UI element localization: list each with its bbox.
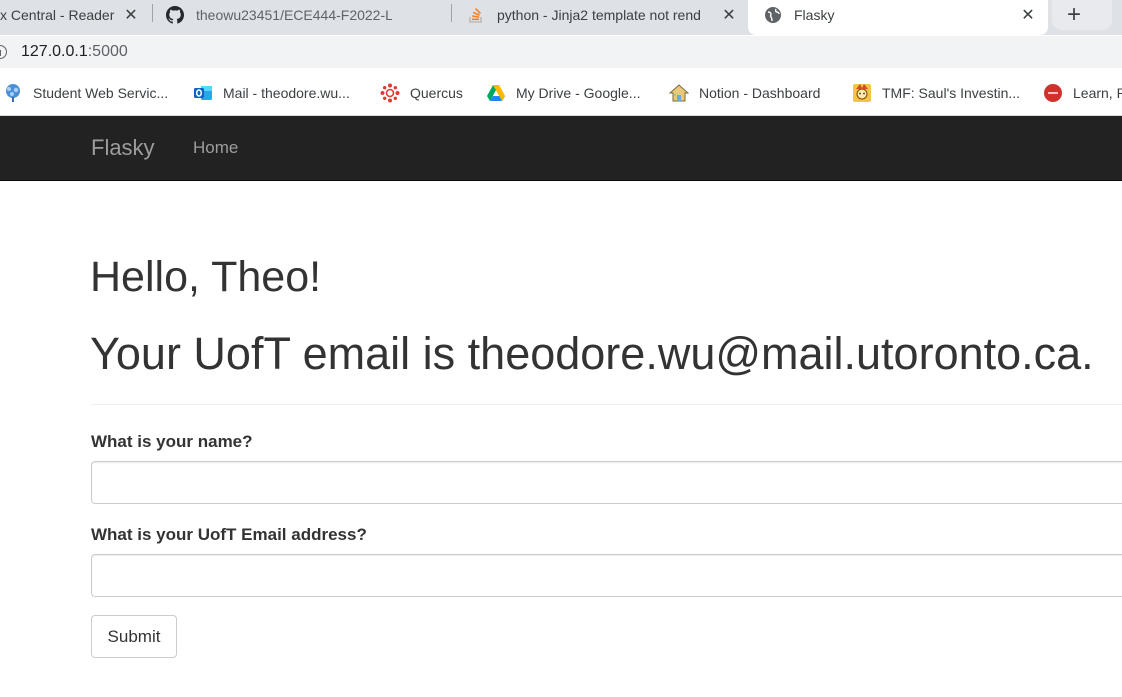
submit-button[interactable]: Submit <box>91 615 177 658</box>
tab-github[interactable]: theowu23451/ECE444-F2022-Lab <box>166 0 444 30</box>
github-icon <box>166 6 184 24</box>
outlook-icon <box>193 83 213 103</box>
omnibox[interactable] <box>0 36 1122 68</box>
nav-link-home[interactable]: Home <box>193 138 238 158</box>
globe-icon <box>764 6 782 24</box>
tab-separator <box>451 4 452 22</box>
bookmark-label: Student Web Servic... <box>33 85 169 101</box>
stackoverflow-icon <box>467 6 485 24</box>
fool-icon <box>852 83 872 103</box>
divider <box>91 404 1122 405</box>
url-host: 127.0.0.1 <box>21 43 88 60</box>
tab-title: python - Jinja2 template not rend <box>497 7 701 23</box>
email-label: What is your UofT Email address? <box>91 525 367 544</box>
tab-stackoverflow[interactable]: python - Jinja2 template not rend ✕ <box>467 0 739 30</box>
bookmark-label: My Drive - Google... <box>516 85 641 101</box>
email-heading: Your UofT email is theodore.wu@mail.utor… <box>90 328 1094 379</box>
navbar-brand[interactable]: Flasky <box>91 135 155 161</box>
name-label: What is your name? <box>91 432 253 451</box>
tab-strip: x Central - Reader ✕ theowu23451/ECE444-… <box>0 0 1122 35</box>
bookmarks-bar: Student Web Servic... Mail - theodore.wu… <box>0 70 1122 116</box>
red-circle-icon <box>1043 83 1063 103</box>
tab-title: theowu23451/ECE444-F2022-Lab <box>196 7 392 23</box>
close-icon[interactable]: ✕ <box>1018 5 1038 25</box>
bookmark-google-drive[interactable]: My Drive - Google... <box>486 82 640 104</box>
bookmark-learn[interactable]: Learn, P <box>1043 82 1122 104</box>
bookmark-label: Quercus <box>410 85 463 101</box>
bookmark-tmf[interactable]: TMF: Saul's Investin... <box>852 82 1020 104</box>
bookmark-student-web-services[interactable]: Student Web Servic... <box>3 82 168 104</box>
new-tab-button[interactable]: + <box>1052 0 1112 30</box>
bookmark-label: Notion - Dashboard <box>699 85 821 101</box>
house-icon <box>669 83 689 103</box>
navbar: Flasky Home <box>0 116 1122 181</box>
bookmark-notion[interactable]: Notion - Dashboard <box>669 82 820 104</box>
tab-separator <box>152 4 153 22</box>
email-input[interactable] <box>91 554 1122 597</box>
url-text[interactable]: 127.0.0.1:5000 <box>21 43 128 61</box>
bookmark-mail[interactable]: Mail - theodore.wu... <box>193 82 350 104</box>
google-drive-icon <box>486 83 506 103</box>
tab-flasky[interactable]: Flasky ✕ <box>764 0 1044 30</box>
name-input[interactable] <box>91 461 1122 504</box>
close-icon[interactable]: ✕ <box>719 5 739 25</box>
tab-title: x Central - Reader <box>0 7 115 23</box>
tab-reader[interactable]: x Central - Reader ✕ <box>0 0 145 30</box>
tree-icon <box>3 83 23 103</box>
close-icon[interactable]: ✕ <box>121 5 141 25</box>
address-bar <box>0 35 1122 70</box>
url-port: :5000 <box>87 43 128 60</box>
bookmark-label: TMF: Saul's Investin... <box>882 85 1021 101</box>
bookmark-label: Learn, P <box>1073 85 1122 101</box>
tab-title: Flasky <box>794 7 835 23</box>
bookmark-label: Mail - theodore.wu... <box>223 85 350 101</box>
bookmark-quercus[interactable]: Quercus <box>380 82 463 104</box>
greeting-heading: Hello, Theo! <box>90 253 322 301</box>
tab-flasky-active[interactable]: Flasky ✕ <box>748 0 1048 35</box>
quercus-icon <box>380 83 400 103</box>
